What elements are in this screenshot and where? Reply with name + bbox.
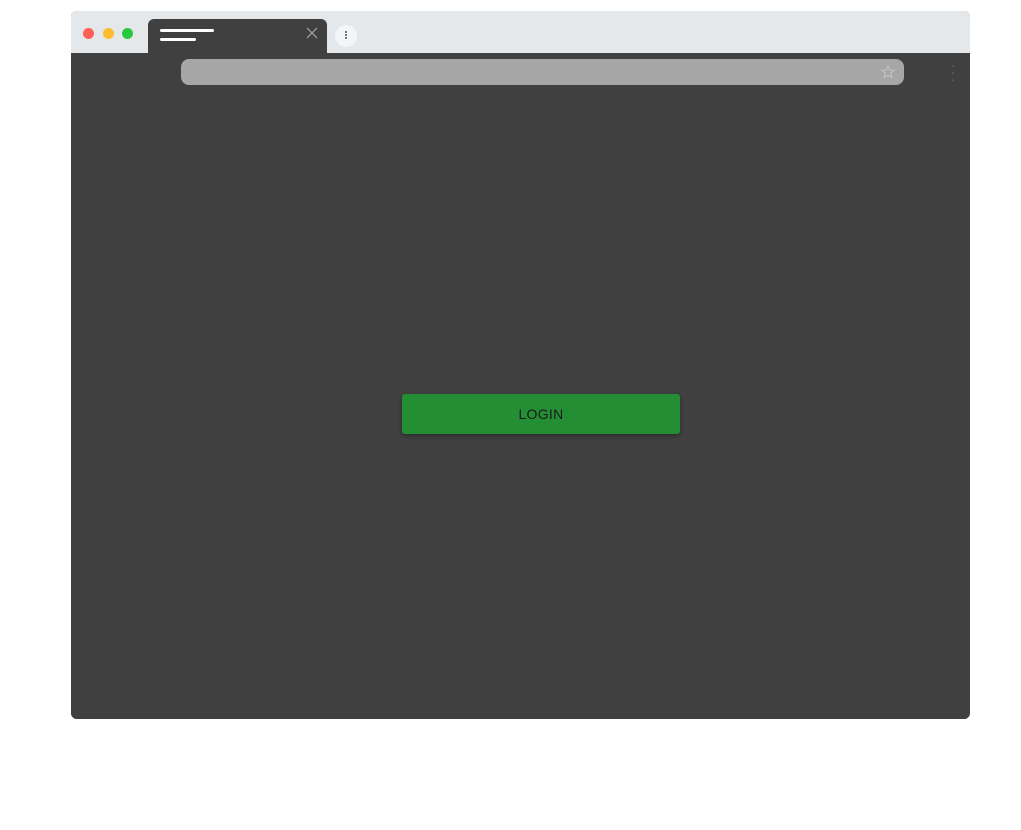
browser-window: LOGIN: [71, 11, 970, 719]
new-tab-button[interactable]: [335, 25, 357, 47]
login-button[interactable]: LOGIN: [402, 394, 680, 434]
star-icon[interactable]: [880, 64, 896, 80]
page-content: LOGIN: [71, 95, 970, 719]
toolbar: [71, 53, 970, 95]
close-window-button[interactable]: [83, 28, 94, 39]
kebab-menu-icon[interactable]: [947, 65, 959, 81]
new-tab-icon: [341, 27, 351, 45]
active-tab[interactable]: [148, 19, 327, 53]
address-bar[interactable]: [181, 59, 904, 85]
tab-subtitle-placeholder: [160, 38, 196, 41]
maximize-window-button[interactable]: [122, 28, 133, 39]
tab-title-placeholder: [160, 29, 214, 32]
close-icon[interactable]: [304, 25, 320, 41]
title-bar: [71, 11, 970, 53]
address-input[interactable]: [181, 59, 895, 85]
minimize-window-button[interactable]: [103, 28, 114, 39]
